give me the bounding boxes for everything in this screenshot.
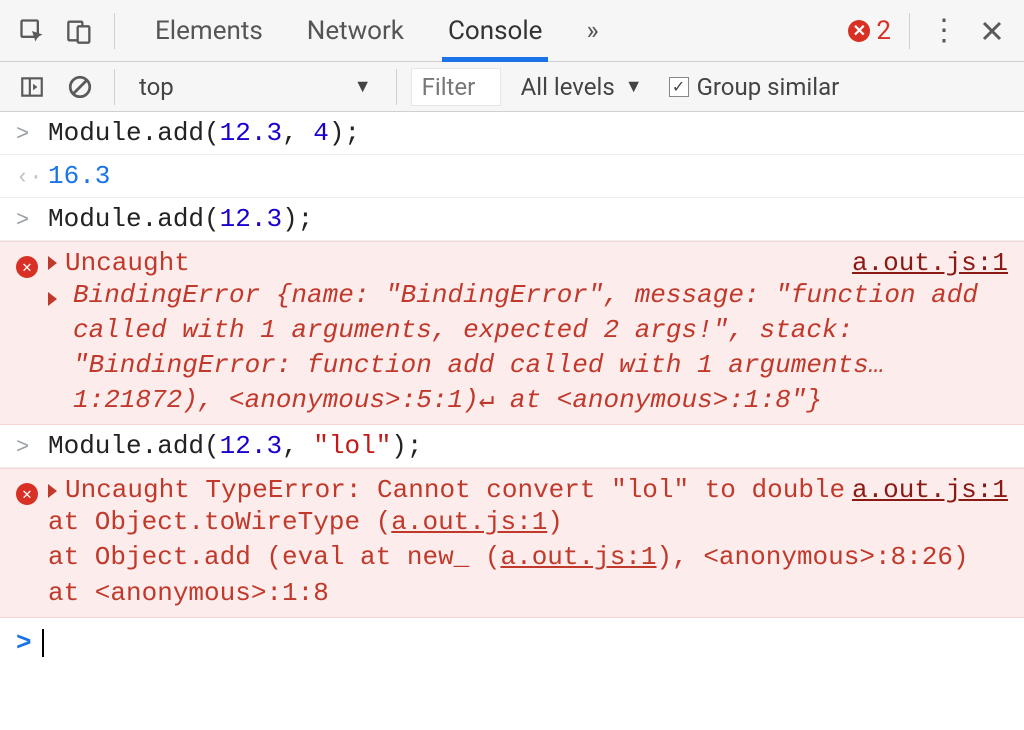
input-expression: Module.add(12.3, "lol");	[48, 431, 1008, 461]
inspect-icon[interactable]	[12, 11, 52, 51]
tabs-overflow[interactable]: »	[584, 0, 600, 61]
tab-console[interactable]: Console	[446, 0, 544, 61]
console-input[interactable]	[42, 629, 44, 657]
input-caret-icon: >	[16, 204, 38, 233]
source-link[interactable]: a.out.js:1	[852, 248, 1008, 278]
kebab-menu-icon[interactable]: ⋮	[924, 11, 964, 51]
source-link[interactable]: a.out.js:1	[391, 507, 547, 537]
separator	[114, 69, 115, 105]
source-link[interactable]: a.out.js:1	[500, 542, 656, 572]
error-gutter: ✕	[16, 475, 38, 505]
error-icon: ✕	[16, 256, 38, 278]
sidebar-toggle-icon[interactable]	[12, 67, 52, 107]
expand-triangle-icon[interactable]	[48, 256, 57, 270]
tab-elements[interactable]: Elements	[153, 0, 265, 61]
devtools-toolbar: Elements Network Console » ✕ 2 ⋮	[0, 0, 1024, 62]
console-row: ✕ Uncaught a.out.js:1BindingError {name: "…	[0, 241, 1024, 425]
group-similar-label: Group similar	[697, 73, 840, 101]
devtools-tabs: Elements Network Console »	[153, 0, 601, 61]
error-gutter: ✕	[16, 248, 38, 278]
device-toggle-icon[interactable]	[60, 11, 100, 51]
console-output: > Module.add(12.3, 4); ‹· 16.3 > Module.add(1…	[0, 112, 1024, 618]
console-row: ‹· 16.3	[0, 155, 1024, 198]
prompt-caret-icon: >	[16, 628, 32, 658]
result-value: 16.3	[48, 161, 110, 191]
console-row: ✕ Uncaught TypeError: Cannot convert "lol…	[0, 468, 1024, 617]
separator	[909, 13, 910, 49]
error-stack: at Object.toWireType (a.out.js:1) at Obj…	[48, 505, 1008, 610]
error-count-badge[interactable]: ✕ 2	[848, 16, 895, 46]
expand-triangle-icon[interactable]	[48, 292, 57, 306]
input-expression: Module.add(12.3, 4);	[48, 118, 1008, 148]
expand-triangle-icon[interactable]	[48, 484, 57, 498]
chevron-down-icon: ▼	[354, 76, 372, 97]
clear-console-icon[interactable]	[60, 67, 100, 107]
console-row: > Module.add(12.3);	[0, 198, 1024, 241]
separator	[114, 13, 115, 49]
error-object: BindingError {name: "BindingError", mess…	[73, 278, 1008, 418]
chevron-down-icon: ▼	[625, 76, 643, 97]
filter-input[interactable]: Filter	[411, 68, 501, 106]
error-icon: ✕	[16, 483, 38, 505]
checkbox-icon	[669, 77, 689, 97]
separator	[396, 69, 397, 105]
log-levels-selector[interactable]: All levels ▼	[521, 73, 643, 101]
input-caret-icon: >	[16, 118, 38, 147]
console-toolbar: top ▼ Filter All levels ▼ Group similar	[0, 62, 1024, 112]
error-icon: ✕	[848, 20, 870, 42]
console-row: > Module.add(12.3, "lol");	[0, 425, 1024, 468]
close-icon[interactable]	[972, 11, 1012, 51]
context-selector[interactable]: top ▼	[129, 71, 382, 103]
error-count: 2	[876, 16, 891, 46]
input-expression: Module.add(12.3);	[48, 204, 1008, 234]
result-caret-icon: ‹·	[16, 161, 38, 190]
error-heading: Uncaught TypeError: Cannot convert "lol"…	[65, 475, 845, 505]
context-selector-label: top	[139, 73, 174, 101]
log-levels-label: All levels	[521, 73, 615, 101]
console-row: > Module.add(12.3, 4);	[0, 112, 1024, 155]
input-caret-icon: >	[16, 431, 38, 460]
group-similar-toggle[interactable]: Group similar	[669, 73, 840, 101]
tab-network[interactable]: Network	[305, 0, 406, 61]
error-heading: Uncaught	[65, 248, 190, 278]
console-prompt[interactable]: >	[0, 618, 1024, 668]
source-link[interactable]: a.out.js:1	[852, 475, 1008, 505]
